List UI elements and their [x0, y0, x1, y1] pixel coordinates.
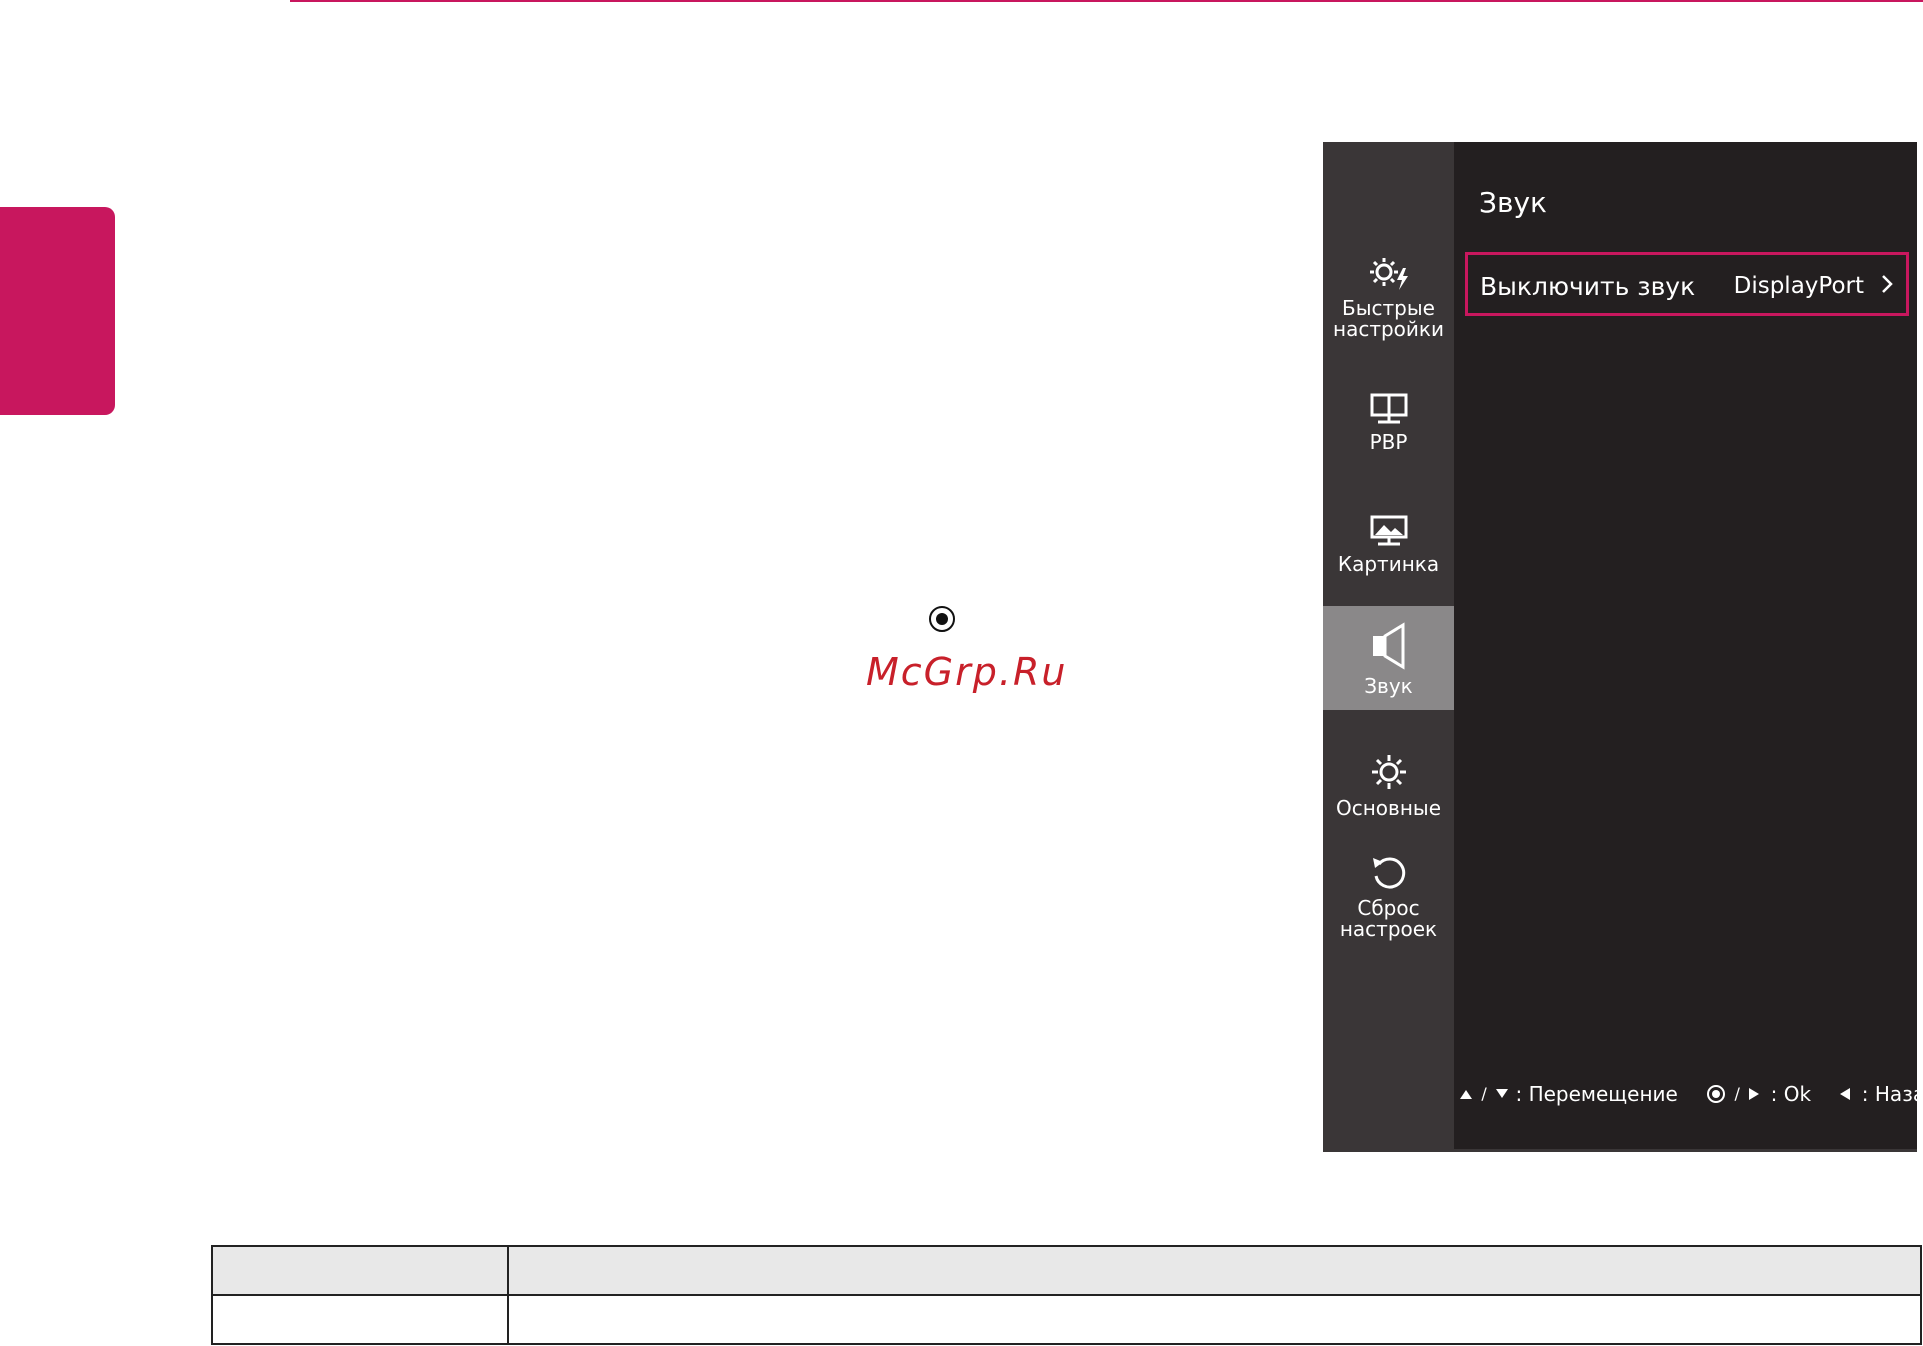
- osd-menu-panel: Быстрые настройки PBP Картинка Звук Осно…: [1323, 142, 1923, 1152]
- table-row: [211, 1294, 1922, 1345]
- table-header-row: [211, 1245, 1922, 1296]
- table-cell: [507, 1294, 1922, 1345]
- watermark: McGrp.Ru: [866, 650, 1068, 694]
- osd-bottom-border: [1323, 1149, 1917, 1152]
- chapter-side-tab: [0, 207, 115, 415]
- sidebar-item-sound[interactable]: Звук: [1323, 606, 1454, 710]
- triangle-down-icon: [1496, 1088, 1509, 1098]
- hint-back-label: : Назад: [1861, 1081, 1923, 1106]
- option-value: DisplayPort: [1733, 273, 1864, 299]
- table-cell: [211, 1294, 509, 1345]
- hint-separator: /: [1734, 1084, 1740, 1103]
- pbp-screens-icon: [1370, 393, 1407, 424]
- hint-separator: /: [1481, 1084, 1487, 1103]
- osd-sidebar: Быстрые настройки PBP Картинка Звук Осно…: [1323, 142, 1454, 1152]
- table-cell: [507, 1245, 1922, 1296]
- gear-icon: [1371, 755, 1406, 789]
- table-cell: [211, 1245, 509, 1296]
- sidebar-item-reset[interactable]: Сброс настроек: [1323, 852, 1454, 952]
- sidebar-item-picture[interactable]: Картинка: [1323, 514, 1454, 594]
- hint-ok-label: : Ok: [1770, 1081, 1812, 1106]
- description-table: [211, 1245, 1922, 1345]
- sidebar-item-label: Сброс настроек: [1339, 896, 1438, 941]
- joystick-ok-icon: [1707, 1084, 1726, 1103]
- reset-icon: [1372, 857, 1405, 889]
- option-label: Выключить звук: [1480, 272, 1696, 301]
- joystick-ok-icon: [929, 606, 955, 632]
- top-accent-rule: [290, 0, 1923, 2]
- sidebar-item-label: Основные: [1335, 796, 1441, 820]
- sidebar-item-general[interactable]: Основные: [1323, 752, 1454, 832]
- chevron-right-icon: [1882, 275, 1893, 293]
- sidebar-item-label: Звук: [1364, 674, 1413, 698]
- speaker-icon: [1372, 622, 1404, 670]
- sidebar-item-pbp[interactable]: PBP: [1323, 392, 1454, 472]
- sidebar-item-quick-settings[interactable]: Быстрые настройки: [1323, 252, 1454, 352]
- sidebar-item-label: Быстрые настройки: [1333, 296, 1444, 341]
- sidebar-item-label: PBP: [1369, 430, 1408, 454]
- triangle-up-icon: [1460, 1089, 1472, 1099]
- gear-lightning-icon: [1369, 258, 1408, 290]
- triangle-right-icon: [1749, 1087, 1760, 1100]
- sidebar-item-label: Картинка: [1337, 552, 1440, 576]
- hint-move-label: : Перемещение: [1515, 1081, 1678, 1106]
- page-title: Звук: [1479, 186, 1547, 219]
- option-mute-row[interactable]: Выключить звук DisplayPort: [1465, 252, 1909, 316]
- triangle-left-icon: [1840, 1087, 1851, 1100]
- hint-bar: / : Перемещение / : Ok : Назад: [1459, 1080, 1923, 1110]
- picture-icon: [1370, 515, 1407, 546]
